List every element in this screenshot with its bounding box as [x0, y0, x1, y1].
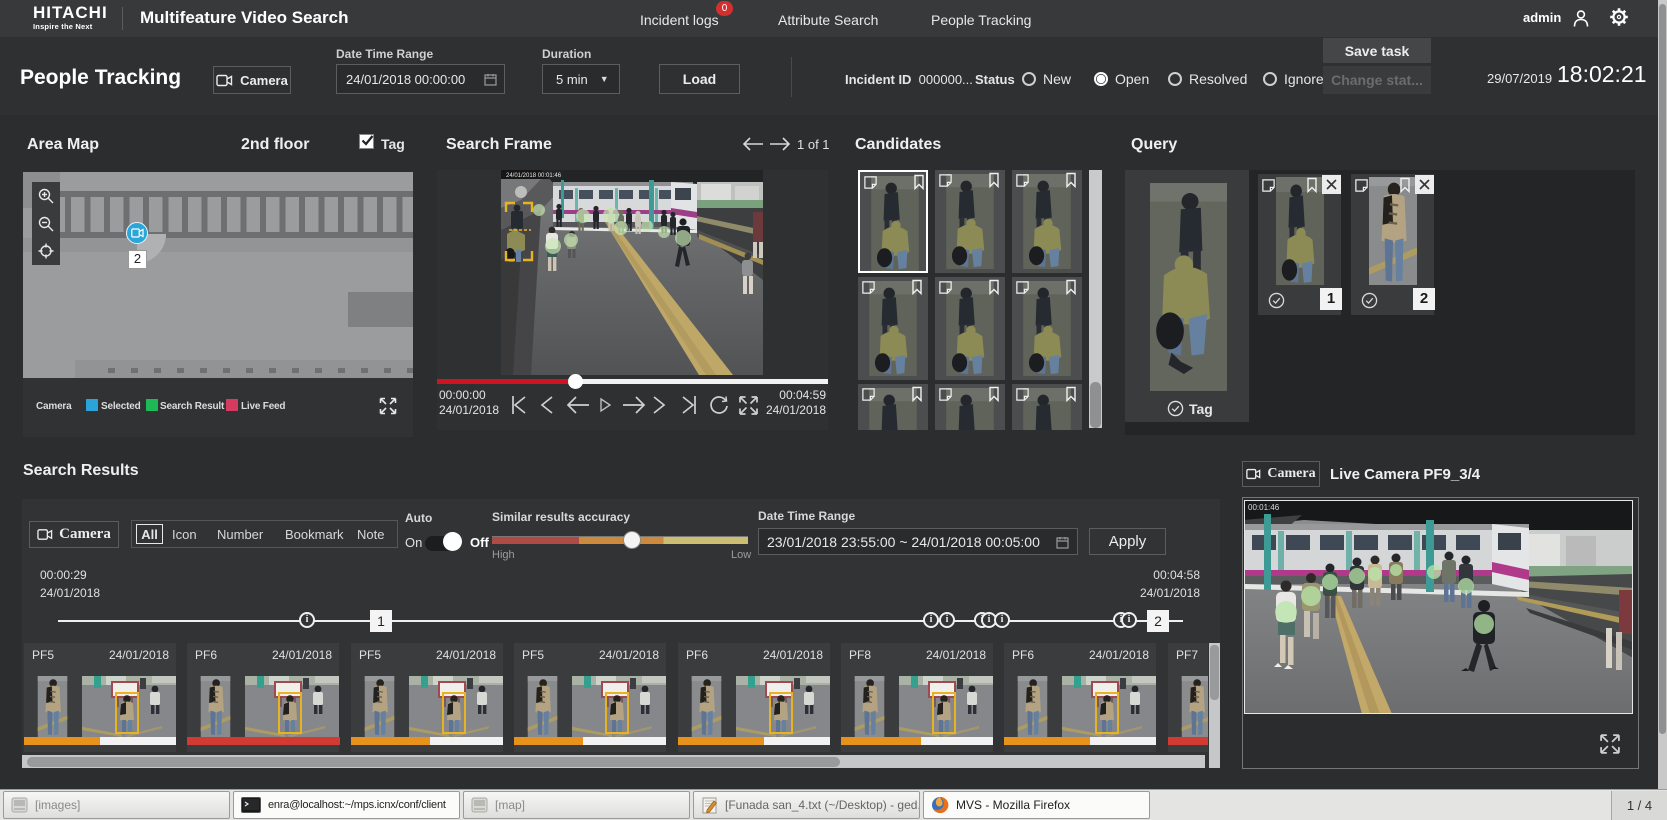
- svg-text:24/01/2018 00:01:46: 24/01/2018 00:01:46: [506, 173, 562, 179]
- svg-text:00:01:46: 00:01:46: [1248, 503, 1280, 512]
